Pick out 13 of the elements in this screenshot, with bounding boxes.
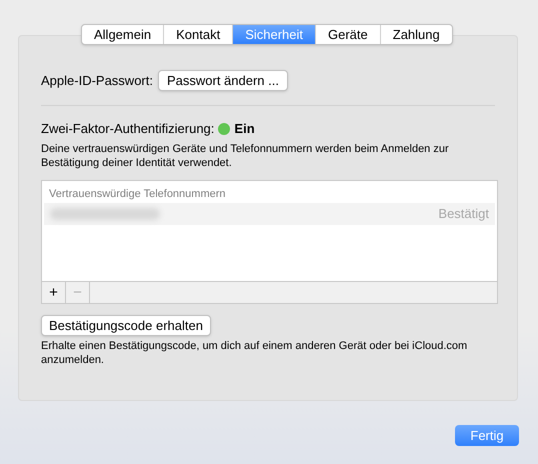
tab[interactable]: Zahlung (380, 25, 452, 44)
two-factor-description: Deine vertrauenswürdigen Geräte und Telefonnummern werden beim Anmelden zur Bestätigung deiner Identität verwendet. (41, 142, 450, 170)
two-factor-status: Ein (234, 120, 255, 138)
change-password-button[interactable]: Passwort ändern ... (158, 70, 288, 91)
tab[interactable]: Allgemein (82, 25, 164, 44)
tab[interactable]: Geräte (315, 25, 380, 44)
two-factor-label: Zwei-Faktor-Authentifizierung: (41, 120, 214, 138)
phone-status: Bestätigt (438, 204, 489, 223)
get-code-button[interactable]: Bestätigungscode erhalten (41, 314, 211, 336)
list-header: Vertrauenswürdige Telefonnummern (48, 186, 227, 202)
password-label: Apple-ID-Passwort: (41, 72, 153, 90)
code-description: Erhalte einen Bestätigungscode, um dich auf einem anderen Gerät oder bei iCloud.com anzumelden. (41, 338, 468, 366)
add-button[interactable]: + (42, 282, 66, 302)
